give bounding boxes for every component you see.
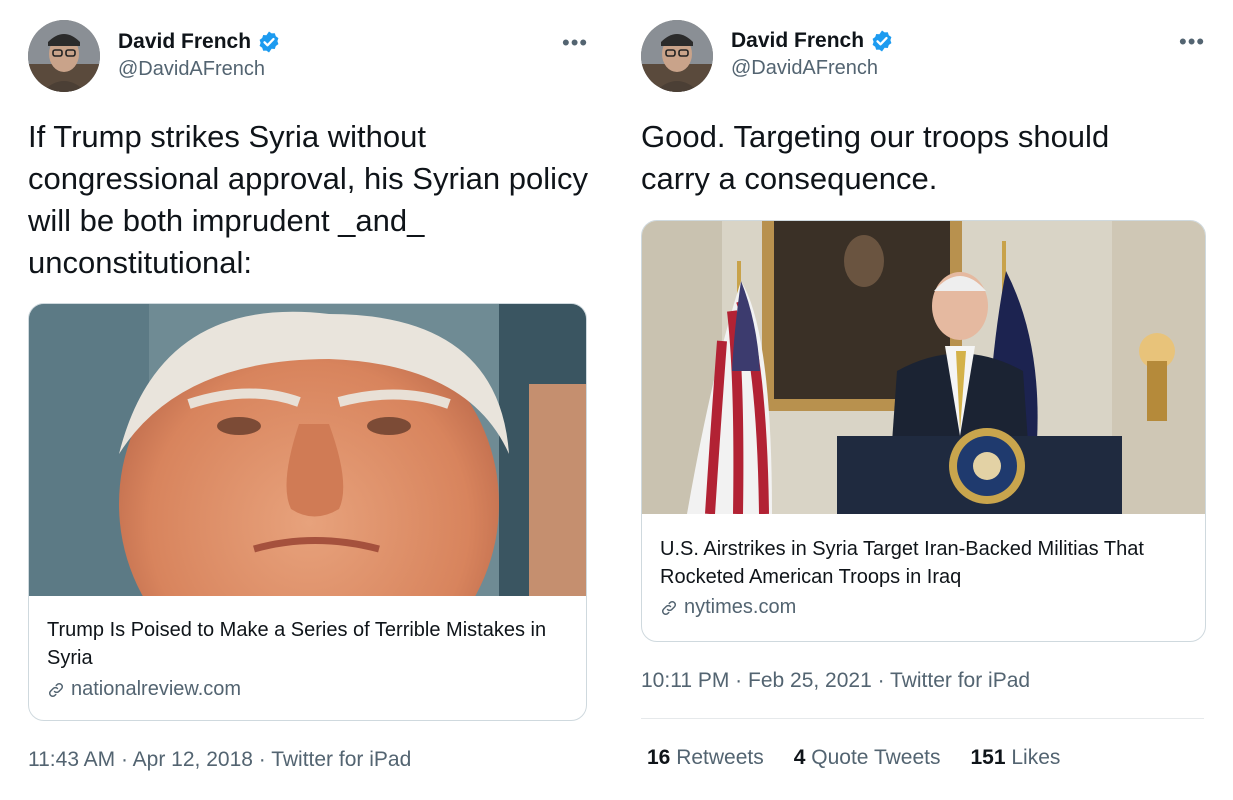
- tweet-stats: 16 Retweets 4 Quote Tweets 151 Likes: [647, 746, 1060, 770]
- tweet-timestamp[interactable]: 11:43 AM · Apr 12, 2018 · Twitter for iP…: [28, 748, 411, 772]
- likes-count[interactable]: 151: [970, 746, 1005, 769]
- divider: [641, 718, 1204, 719]
- card-image[interactable]: [29, 304, 586, 596]
- card-domain[interactable]: nytimes.com: [660, 596, 796, 619]
- verified-badge-icon: [872, 30, 892, 52]
- likes-stat[interactable]: 151 Likes: [970, 746, 1060, 770]
- card-domain[interactable]: nationalreview.com: [47, 678, 241, 701]
- author-name-text[interactable]: David French: [731, 29, 864, 53]
- card-domain-text[interactable]: nationalreview.com: [71, 678, 241, 701]
- author-name[interactable]: David French: [731, 29, 894, 53]
- quote-tweets-count[interactable]: 4: [794, 746, 806, 769]
- quote-tweets-label[interactable]: Quote Tweets: [811, 746, 940, 769]
- more-options-icon[interactable]: •••: [1179, 31, 1205, 53]
- author-name[interactable]: David French: [118, 30, 281, 54]
- card-title[interactable]: U.S. Airstrikes in Syria Target Iran-Bac…: [660, 535, 1187, 591]
- author-avatar[interactable]: [641, 20, 713, 92]
- retweets-stat[interactable]: 16 Retweets: [647, 746, 764, 770]
- verified-badge-icon: [259, 31, 279, 53]
- retweets-label[interactable]: Retweets: [676, 746, 764, 769]
- link-icon: [661, 600, 677, 615]
- card-image[interactable]: [642, 221, 1205, 514]
- link-preview-card[interactable]: Trump Is Poised to Make a Series of Terr…: [28, 303, 587, 721]
- link-preview-card[interactable]: U.S. Airstrikes in Syria Target Iran-Bac…: [641, 220, 1206, 642]
- tweet-text: Good. Targeting our troops should carry …: [641, 119, 1110, 196]
- author-avatar[interactable]: [28, 20, 100, 92]
- author-handle[interactable]: @DavidAFrench: [731, 57, 878, 80]
- link-icon: [48, 682, 64, 697]
- tweet-timestamp[interactable]: 10:11 PM · Feb 25, 2021 · Twitter for iP…: [641, 669, 1030, 693]
- tweet-right: David French @DavidAFrench ••• Good. Tar…: [613, 0, 1233, 800]
- quote-tweets-stat[interactable]: 4 Quote Tweets: [794, 746, 941, 770]
- card-domain-text[interactable]: nytimes.com: [684, 596, 796, 619]
- tweet-left: David French @DavidAFrench ••• If Trump …: [0, 0, 614, 800]
- author-name-text[interactable]: David French: [118, 30, 251, 54]
- likes-label[interactable]: Likes: [1011, 746, 1060, 769]
- card-title[interactable]: Trump Is Poised to Make a Series of Terr…: [47, 616, 568, 672]
- tweet-text: If Trump strikes Syria without congressi…: [28, 119, 589, 280]
- author-handle[interactable]: @DavidAFrench: [118, 58, 265, 81]
- more-options-icon[interactable]: •••: [562, 32, 588, 54]
- retweets-count[interactable]: 16: [647, 746, 670, 769]
